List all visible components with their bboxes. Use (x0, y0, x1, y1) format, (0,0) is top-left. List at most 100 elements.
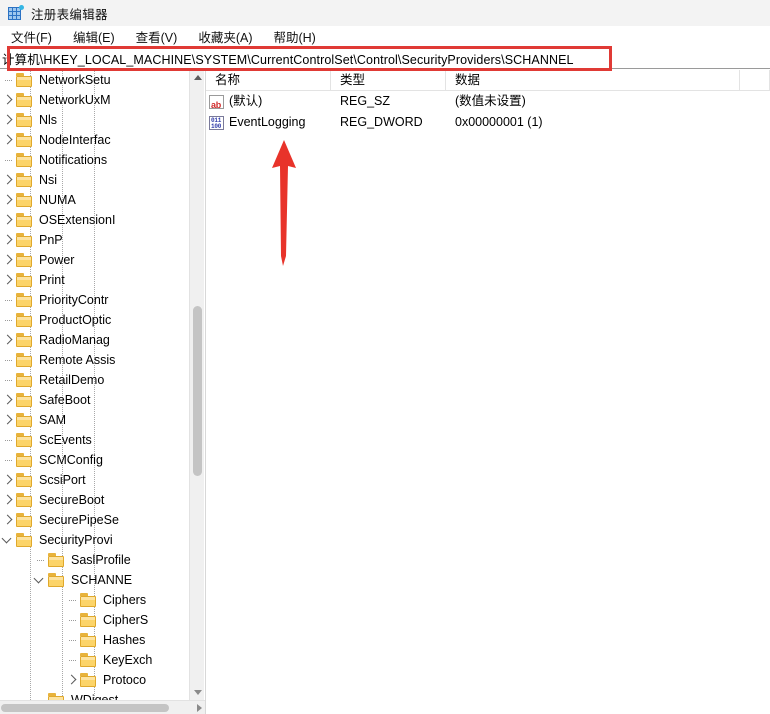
scroll-up-arrow-icon[interactable] (190, 70, 205, 85)
tree-node-wdigest[interactable]: WDigest (0, 690, 190, 700)
title-bar: 注册表编辑器 (0, 0, 770, 26)
tree-node-label: Ciphers (103, 593, 147, 607)
chevron-right-icon[interactable] (0, 250, 16, 270)
menu-item-help[interactable]: 帮助(H) (270, 25, 324, 49)
tree-node-networkuxm[interactable]: NetworkUxM (0, 90, 190, 110)
tree-horizontal-scrollbar[interactable] (0, 700, 205, 714)
chevron-right-icon[interactable] (0, 490, 16, 510)
chevron-right-icon[interactable] (0, 410, 16, 430)
tree-node-nls[interactable]: Nls (0, 110, 190, 130)
tree-node-productoptic[interactable]: ProductOptic (0, 310, 190, 330)
tree-node-nsi[interactable]: Nsi (0, 170, 190, 190)
folder-icon (16, 373, 34, 387)
tree-vertical-scrollbar[interactable] (189, 70, 204, 700)
tree-node-safeboot[interactable]: SafeBoot (0, 390, 190, 410)
tree-node-print[interactable]: Print (0, 270, 190, 290)
folder-icon (16, 493, 34, 507)
tree-leaf-connector-icon (0, 290, 16, 310)
tree-node-secureboot[interactable]: SecureBoot (0, 490, 190, 510)
tree-node-osextensioni[interactable]: OSExtensionI (0, 210, 190, 230)
tree-node-protoco[interactable]: Protoco (0, 670, 190, 690)
chevron-right-icon[interactable] (0, 190, 16, 210)
value-row[interactable]: 011 100 EventLogging REG_DWORD 0x00000001 (1… (206, 112, 770, 133)
menu-item-view[interactable]: 查看(V) (133, 25, 187, 49)
tree-node-retaildemo[interactable]: RetailDemo (0, 370, 190, 390)
tree-node-remote-assis[interactable]: Remote Assis (0, 350, 190, 370)
registry-values-pane[interactable]: 名称 类型 数据 ab (默认) REG_SZ (数值未设置) 011 100 EventL… (206, 70, 770, 714)
tree-node-label: SCHANNE (71, 573, 133, 587)
chevron-right-icon[interactable] (0, 390, 16, 410)
tree-node-pnp[interactable]: PnP (0, 230, 190, 250)
chevron-right-icon[interactable] (0, 130, 16, 150)
main-content: NetworkSetu NetworkUxM Nls NodeInterfac Noti… (0, 70, 770, 714)
tree-node-securepipese[interactable]: SecurePipeSe (0, 510, 190, 530)
tree-node-power[interactable]: Power (0, 250, 190, 270)
chevron-right-icon[interactable] (0, 210, 16, 230)
column-header-type[interactable]: 类型 (331, 70, 446, 90)
registry-tree: NetworkSetu NetworkUxM Nls NodeInterfac Noti… (0, 70, 190, 700)
tree-leaf-connector-icon (32, 550, 48, 570)
tree-node-prioritycontr[interactable]: PriorityContr (0, 290, 190, 310)
chevron-right-icon[interactable] (0, 230, 16, 250)
tree-leaf-connector-icon (32, 690, 48, 700)
folder-icon (16, 513, 34, 527)
folder-icon (16, 133, 34, 147)
chevron-right-icon[interactable] (0, 470, 16, 490)
chevron-right-icon[interactable] (0, 270, 16, 290)
value-row[interactable]: ab (默认) REG_SZ (数值未设置) (206, 91, 770, 112)
tree-vertical-scrollbar-thumb[interactable] (193, 306, 202, 476)
tree-leaf-connector-icon (0, 450, 16, 470)
value-name-cell: ab (默认) (206, 91, 331, 112)
scroll-right-arrow-icon[interactable] (192, 701, 205, 714)
tree-node-notifications[interactable]: Notifications (0, 150, 190, 170)
folder-icon (16, 173, 34, 187)
tree-node-scsiport[interactable]: ScsiPort (0, 470, 190, 490)
tree-leaf-connector-icon (0, 430, 16, 450)
address-bar[interactable]: 计算机\HKEY_LOCAL_MACHINE\SYSTEM\CurrentCon… (0, 48, 770, 69)
tree-node-label: SecureBoot (39, 493, 105, 507)
tree-node-label: PnP (39, 233, 63, 247)
tree-node-sam[interactable]: SAM (0, 410, 190, 430)
folder-icon (16, 433, 34, 447)
menu-item-favorites[interactable]: 收藏夹(A) (195, 25, 261, 49)
tree-node-label: Print (39, 273, 65, 287)
column-header-data[interactable]: 数据 (446, 70, 740, 90)
tree-node-hashes[interactable]: Hashes (0, 630, 190, 650)
menu-item-edit[interactable]: 编辑(E) (70, 25, 124, 49)
tree-horizontal-scrollbar-thumb[interactable] (1, 704, 169, 712)
chevron-right-icon[interactable] (0, 330, 16, 350)
tree-node-securityprovi[interactable]: SecurityProvi (0, 530, 190, 550)
folder-icon (16, 473, 34, 487)
tree-node-numa[interactable]: NUMA (0, 190, 190, 210)
folder-icon (16, 273, 34, 287)
scroll-down-arrow-icon[interactable] (190, 685, 205, 700)
tree-node-scmconfig[interactable]: SCMConfig (0, 450, 190, 470)
tree-node-schanne[interactable]: SCHANNE (0, 570, 190, 590)
chevron-down-icon[interactable] (0, 530, 16, 550)
tree-node-label: SafeBoot (39, 393, 91, 407)
tree-node-ciphers[interactable]: Ciphers (0, 590, 190, 610)
column-header-name[interactable]: 名称 (206, 70, 331, 90)
tree-node-ciphers[interactable]: CipherS (0, 610, 190, 630)
chevron-right-icon[interactable] (0, 510, 16, 530)
chevron-right-icon[interactable] (64, 670, 80, 690)
menu-item-file[interactable]: 文件(F) (8, 25, 61, 49)
tree-node-scevents[interactable]: ScEvents (0, 430, 190, 450)
chevron-down-icon[interactable] (32, 570, 48, 590)
tree-node-label: SCMConfig (39, 453, 103, 467)
registry-tree-pane[interactable]: NetworkSetu NetworkUxM Nls NodeInterfac Noti… (0, 70, 206, 714)
chevron-right-icon[interactable] (0, 90, 16, 110)
tree-node-label: Protoco (103, 673, 147, 687)
chevron-right-icon[interactable] (0, 110, 16, 130)
tree-node-radiomanag[interactable]: RadioManag (0, 330, 190, 350)
tree-node-label: Hashes (103, 633, 146, 647)
tree-node-keyexch[interactable]: KeyExch (0, 650, 190, 670)
tree-node-networksetu[interactable]: NetworkSetu (0, 70, 190, 90)
tree-node-nodeinterfac[interactable]: NodeInterfac (0, 130, 190, 150)
chevron-right-icon[interactable] (0, 170, 16, 190)
tree-node-saslprofile[interactable]: SaslProfile (0, 550, 190, 570)
folder-icon (80, 593, 98, 607)
